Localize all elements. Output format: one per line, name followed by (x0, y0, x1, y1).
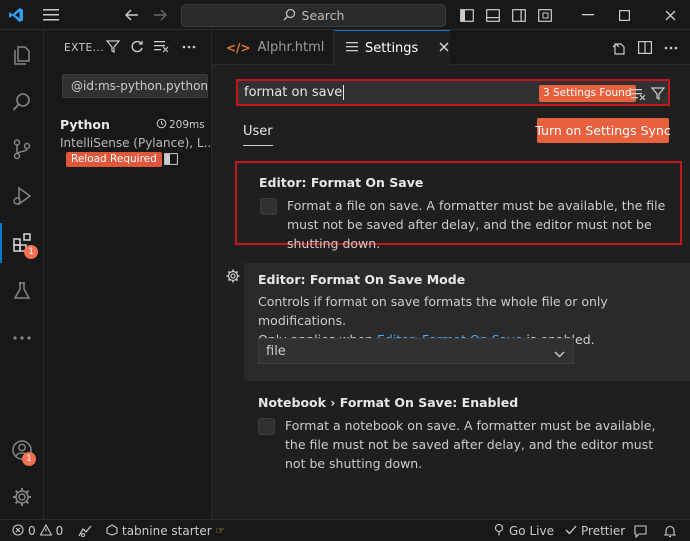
setting-gear-icon[interactable] (226, 269, 240, 287)
hand-pointer-icon: ☞ (215, 525, 225, 537)
settings-filter-icon[interactable] (651, 85, 665, 102)
html-file-icon: </> (226, 40, 251, 55)
prettier-label: Prettier (581, 524, 626, 538)
notebook-format-on-save-checkbox[interactable] (258, 418, 275, 435)
settings-found-badge: 3 Settings Found (539, 85, 636, 102)
editor-tab-bar: </> Alphr.html Settings (212, 30, 690, 65)
extensions-sidebar: EXTE... @id:ms-python.python Python 209m… (44, 30, 216, 519)
testing-flask-icon[interactable] (0, 271, 44, 311)
title-bar: Search (0, 0, 690, 30)
refresh-icon[interactable] (130, 40, 144, 58)
settings-editor: format on save 3 Settings Found User Tur… (212, 65, 690, 519)
chevron-down-icon (554, 347, 565, 362)
reload-required-button[interactable]: Reload Required (66, 152, 162, 167)
extension-name[interactable]: Python (60, 117, 110, 132)
source-control-icon[interactable] (0, 129, 44, 169)
extensions-icon[interactable]: 1 (0, 223, 44, 263)
tab-alphr-html[interactable]: </> Alphr.html (212, 30, 334, 65)
setting-title: Editor: Format On Save (259, 175, 424, 190)
extension-manage-icon[interactable] (164, 153, 178, 169)
tab-settings[interactable]: Settings (334, 30, 450, 65)
sidebar-title: EXTE... (64, 42, 105, 54)
tabnine-label: tabnine starter (122, 524, 212, 538)
problems-indicator[interactable]: 0 0 (12, 520, 63, 541)
notifications-bell-icon[interactable] (664, 520, 676, 541)
settings-sync-button[interactable]: Turn on Settings Sync (535, 118, 671, 143)
clear-search-icon[interactable] (631, 85, 646, 102)
settings-search-value: format on save (244, 85, 343, 100)
check-icon (565, 524, 577, 538)
filter-icon[interactable] (105, 40, 121, 57)
setting-description: Format a file on save. A formatter must … (287, 198, 666, 251)
extension-activation-time: 209ms (156, 118, 205, 132)
settings-tab-icon (346, 41, 358, 56)
toggle-sidebar-icon[interactable] (458, 0, 476, 30)
customize-layout-icon[interactable] (536, 0, 554, 30)
text-caret (343, 85, 345, 100)
warning-count: 0 (55, 524, 64, 538)
tabnine-status[interactable]: tabnine starter ☞ (106, 520, 225, 541)
toggle-secondary-sidebar-icon[interactable] (510, 0, 528, 30)
live-share-icon[interactable] (78, 520, 92, 541)
status-bar: 0 0 tabnine starter ☞ Go Live Prettier (0, 519, 690, 541)
back-arrow-icon[interactable] (122, 0, 142, 30)
error-icon (12, 523, 24, 539)
go-live-label: Go Live (509, 524, 554, 538)
explorer-icon[interactable] (0, 35, 44, 75)
tab-user-settings[interactable]: User (243, 124, 273, 146)
settings-search-input[interactable]: format on save 3 Settings Found (236, 79, 670, 106)
maximize-icon[interactable] (614, 0, 634, 30)
go-live-button[interactable]: Go Live (493, 520, 554, 541)
setting-title: Notebook › Format On Save: Enabled (258, 395, 519, 410)
editor-more-actions-icon[interactable] (664, 41, 678, 58)
setting-format-on-save-mode: Editor: Format On Save Mode Controls if … (244, 263, 690, 381)
run-debug-icon[interactable] (0, 176, 44, 216)
clear-results-icon[interactable] (154, 40, 169, 57)
description-line: Controls if format on save formats the w… (258, 294, 608, 328)
format-on-save-checkbox[interactable] (260, 198, 277, 215)
close-tab-icon[interactable] (439, 41, 449, 56)
tab-label: Alphr.html (257, 40, 325, 55)
history-icon (156, 118, 167, 132)
vscode-logo-icon (6, 0, 26, 30)
format-on-save-mode-select[interactable]: file (258, 338, 574, 364)
tabnine-icon (106, 523, 118, 539)
setting-description: Format a notebook on save. A formatter m… (285, 418, 656, 471)
more-actions-icon[interactable] (182, 40, 196, 57)
tab-label: Settings (365, 40, 419, 56)
more-views-icon[interactable] (0, 318, 44, 358)
extensions-badge: 1 (24, 245, 38, 259)
minimize-icon[interactable] (578, 0, 598, 30)
toggle-panel-icon[interactable] (484, 0, 502, 30)
manage-gear-icon[interactable] (0, 477, 44, 517)
selected-value: file (266, 343, 286, 359)
extensions-search-input[interactable]: @id:ms-python.python (62, 74, 208, 98)
feedback-icon[interactable] (634, 520, 647, 541)
menu-icon[interactable] (40, 0, 62, 30)
setting-title: Editor: Format On Save Mode (258, 272, 466, 287)
setting-format-on-save: Editor: Format On Save Format a file on … (235, 161, 682, 251)
activation-time-value: 209ms (169, 119, 205, 131)
search-label: Search (301, 8, 345, 23)
search-icon (283, 8, 296, 24)
open-settings-json-icon[interactable] (612, 41, 626, 59)
close-window-icon[interactable] (660, 0, 680, 30)
search-sidebar-icon[interactable] (0, 82, 44, 122)
setting-notebook-format-on-save: Notebook › Format On Save: Enabled Forma… (258, 395, 678, 471)
command-center-search[interactable]: Search (181, 4, 446, 27)
broadcast-icon (493, 523, 505, 539)
forward-arrow-icon[interactable] (150, 0, 170, 30)
error-count: 0 (28, 524, 36, 538)
accounts-icon[interactable]: 1 (0, 430, 44, 470)
warning-icon (39, 523, 53, 539)
split-editor-icon[interactable] (638, 41, 653, 58)
activity-bar: 1 1 (0, 30, 44, 519)
extension-description: IntelliSense (Pylance), L... (60, 136, 216, 150)
prettier-status[interactable]: Prettier (565, 520, 625, 541)
accounts-badge: 1 (22, 452, 36, 466)
